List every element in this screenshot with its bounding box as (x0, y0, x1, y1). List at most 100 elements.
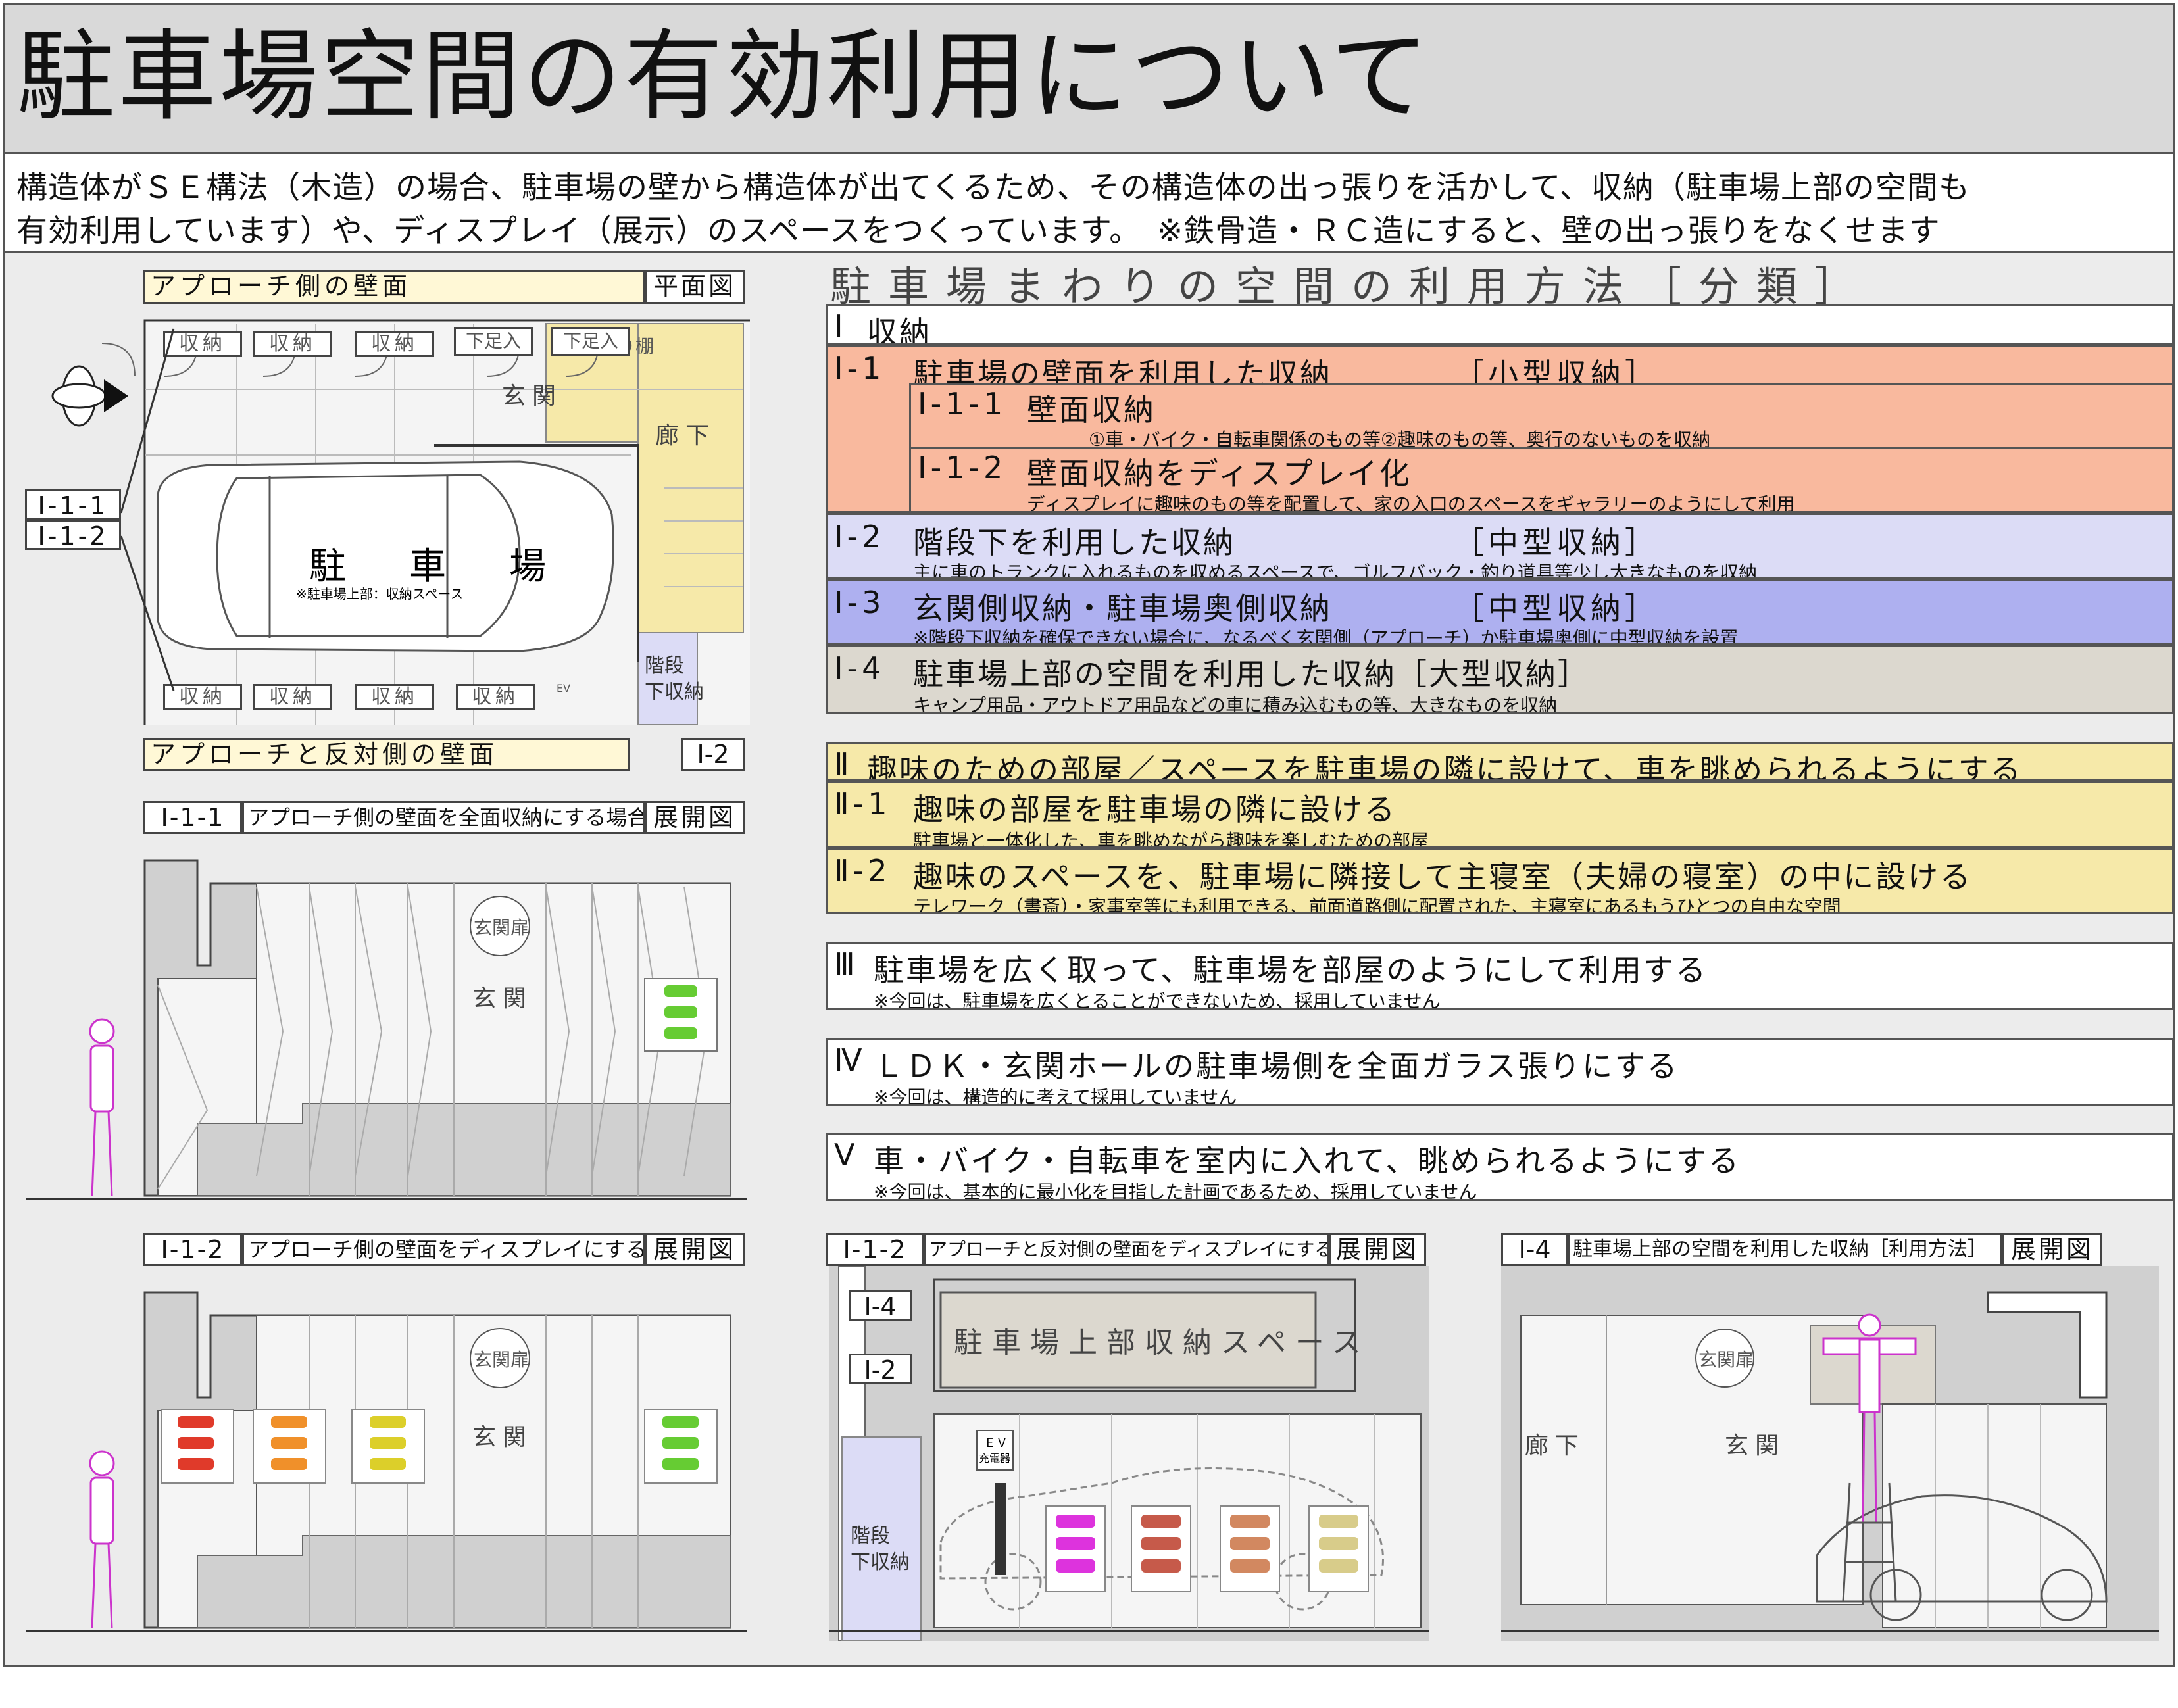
section-i-1-num: Ⅰ-1 (834, 351, 885, 386)
section-iii-note: ※今回は、駐車場を広くとることができないため、採用していません (874, 990, 1441, 1010)
section-i-1-2-label: 壁面収納をディスプレイ化 (1027, 456, 1412, 491)
section-i-4-note: キャンプ用品・アウトドア用品などの車に積み込むもの等、大きなものを収納 (913, 695, 1558, 714)
section-ii-2-label: 趣味のスペースを、駐車場に隣接して主寝室（夫婦の寝室）の中に設ける (913, 859, 1973, 894)
section-ii-1-note: 駐車場と一体化した、車を眺めながら趣味を楽しむための部屋 (913, 830, 1429, 848)
elev2-kind: 展開図 (645, 1233, 745, 1266)
section-v-label: 車・バイク・自転車を室内に入れて、眺められるようにする (874, 1143, 1741, 1179)
section-i-2-note: 主に車のトランクに入れるものを収めるスペースで、ゴルフバック・釣り道具等少し大き… (913, 562, 1757, 579)
elev2-code: Ⅰ-1-2 (143, 1233, 242, 1266)
elev2-door-label: 玄関扉 (474, 1349, 529, 1371)
plan-storage-bottom-4: 収納 (456, 684, 535, 710)
plan-ev-label: EV (557, 682, 570, 695)
intro-line-1: 構造体がＳＥ構法（木造）の場合、駐車場の壁から構造体が出てくるため、その構造体の… (16, 170, 1970, 206)
elev3-title: アプローチと反対側の壁面をディスプレイにする場合 (924, 1233, 1329, 1266)
plan-storage-top-3: 収納 (355, 331, 434, 357)
section-i-2-tag: ［中型収納］ (1454, 525, 1659, 560)
section-v-num: Ⅴ (834, 1137, 859, 1173)
section-i-row: Ⅰ 収納 (826, 304, 2174, 345)
section-i-1-1-note: ①車・バイク・自転車関係のもの等②趣味のもの等、奥行のないものを収納 (1089, 429, 1711, 449)
intro-text: 構造体がＳＥ構法（木造）の場合、駐車場の壁から構造体が出てくるため、その構造体の… (3, 154, 2175, 253)
elev3-code: Ⅰ-1-2 (826, 1233, 924, 1266)
section-ii-1-label: 趣味の部屋を駐車場の隣に設ける (913, 792, 1397, 827)
plan-stairs-2: 下収納 (645, 681, 704, 704)
section-iv-row: Ⅳ ＬＤＫ・玄関ホールの駐車場側を全面ガラス張りにする ※今回は、構造的に考えて… (826, 1038, 2174, 1106)
section-i-2-row: Ⅰ-2 階段下を利用した収納 ［中型収納］ 主に車のトランクに入れるものを収める… (826, 513, 2174, 579)
section-ii-1-num: Ⅱ-1 (834, 786, 891, 821)
section-ii-2-note: テレワーク（書斎）・家事室等にも利用できる、前面道路側に配置された、主寝室にある… (913, 896, 1841, 914)
plan-tag-i-1-1: Ⅰ-1-1 (25, 489, 121, 520)
plan-parking-note: ※駐車場上部：収納スペース (296, 586, 463, 602)
elev4-title: 駐車場上部の空間を利用した収納［利用方法］ (1568, 1233, 2002, 1266)
plan-bottom-label: アプローチと反対側の壁面 (143, 738, 630, 771)
elev3-drawing: ＥＶ 充電器 駐車場上部収納スペース 階段 下収納 (829, 1266, 1429, 1641)
elev2-drawing: 玄関扉 玄関 (26, 1291, 747, 1632)
section-i-2-num: Ⅰ-2 (834, 519, 885, 554)
elev4-kind: 展開図 (2002, 1233, 2102, 1266)
elev4-genkan-label: 玄関 (1725, 1432, 1785, 1459)
intro-line-2: 有効利用しています）や、ディスプレイ（展示）のスペースをつくっています。 ※鉄骨… (16, 213, 1941, 249)
elev3-stairs-2: 下収納 (851, 1551, 910, 1574)
plan-genkan-label: 玄関 (502, 383, 562, 410)
plan-storage-top-2: 収納 (253, 331, 332, 357)
plan-stairs-1: 階段 (645, 654, 684, 677)
section-i-3-label: 玄関側収納・駐車場奥側収納 (913, 591, 1332, 626)
elev4-door-label: 玄関扉 (1698, 1349, 1754, 1371)
elev3-upper-label: 駐車場上部収納スペース (954, 1326, 1370, 1359)
elev1-genkan-label: 玄関 (472, 985, 533, 1012)
section-iii-num: Ⅲ (834, 946, 859, 982)
elev4-code: Ⅰ-4 (1501, 1233, 1568, 1266)
section-i-1-1-label: 壁面収納 (1027, 392, 1156, 427)
section-i-2-label: 階段下を利用した収納 (913, 525, 1235, 560)
title-bar: 駐車場空間の有効利用について (3, 3, 2175, 154)
section-i-4-label: 駐車場上部の空間を利用した収納［大型収納］ (913, 656, 1590, 692)
elev3-stairs-1: 階段 (851, 1525, 890, 1548)
section-iii-row: Ⅲ 駐車場を広く取って、駐車場を部屋のようにして利用する ※今回は、駐車場を広く… (826, 942, 2174, 1010)
section-i-1-2-note: ディスプレイに趣味のもの等を配置して、家の入口のスペースをギャラリーのようにして… (1027, 493, 1795, 513)
section-iv-label: ＬＤＫ・玄関ホールの駐車場側を全面ガラス張りにする (874, 1048, 1679, 1084)
plan-shoe-1: 下足入 (454, 327, 533, 356)
plan-tag-leader-lines (121, 328, 175, 691)
elev3-tag-i-2: Ⅰ-2 (849, 1354, 912, 1384)
elev3-ev-label-2: 充電器 (979, 1452, 1010, 1465)
page-title: 駐車場空間の有効利用について (16, 20, 1432, 134)
section-ii-label: 趣味のための部屋／スペースを駐車場の隣に設けて、車を眺められるようにする (867, 752, 2023, 781)
section-i-1-1-num: Ⅰ-1-1 (918, 386, 1007, 422)
elev1-door-label: 玄関扉 (474, 917, 529, 939)
section-i-label: 収納 (867, 314, 931, 345)
section-ii-2-num: Ⅱ-2 (834, 853, 891, 889)
plan-tag-i-1-2: Ⅰ-1-2 (25, 520, 121, 550)
elev2-genkan-label: 玄関 (472, 1424, 533, 1451)
section-i-1-2-num: Ⅰ-1-2 (918, 450, 1007, 485)
section-i-4-row: Ⅰ-4 駐車場上部の空間を利用した収納［大型収納］ キャンプ用品・アウトドア用品… (826, 645, 2174, 714)
section-i-4-num: Ⅰ-4 (834, 650, 885, 686)
section-iv-num: Ⅳ (834, 1042, 866, 1078)
section-ii-row: Ⅱ 趣味のための部屋／スペースを駐車場の隣に設けて、車を眺められるようにする (826, 742, 2174, 781)
elev4-corridor-label: 廊下 (1525, 1432, 1585, 1459)
plan-shoe-2: 下足入 (551, 327, 630, 356)
plan-tag-i-2: Ⅰ-2 (681, 738, 745, 771)
elev4-drawing: 玄関扉 廊下 玄関 (1501, 1266, 2159, 1641)
elev1-kind: 展開図 (645, 801, 745, 834)
elev1-drawing: 玄関扉 玄関 (26, 859, 747, 1200)
section-i-3-row: Ⅰ-3 玄関側収納・駐車場奥側収納 ［中型収納］ ※階段下収納を確保できない場合… (826, 579, 2174, 645)
plan-top-label: アプローチ側の壁面 (143, 270, 645, 304)
section-ii-1-row: Ⅱ-1 趣味の部屋を駐車場の隣に設ける 駐車場と一体化した、車を眺めながら趣味を… (826, 781, 2174, 848)
section-ii-2-row: Ⅱ-2 趣味のスペースを、駐車場に隣接して主寝室（夫婦の寝室）の中に設ける テレ… (826, 848, 2174, 914)
section-i-3-tag: ［中型収納］ (1454, 591, 1659, 626)
plan-kind-label: 平面図 (645, 270, 745, 304)
section-i-1-1-row: Ⅰ-1-1 壁面収納 ①車・バイク・自転車関係のもの等②趣味のもの等、奥行のない… (909, 383, 2174, 449)
elev2-title: アプローチ側の壁面をディスプレイにする場合 (242, 1233, 645, 1266)
section-v-row: Ⅴ 車・バイク・自転車を室内に入れて、眺められるようにする ※今回は、基本的に最… (826, 1133, 2174, 1201)
elev3-tag-i-4: Ⅰ-4 (849, 1290, 912, 1321)
section-i-num: Ⅰ (834, 308, 847, 344)
elev1-code: Ⅰ-1-1 (143, 801, 242, 834)
section-v-note: ※今回は、基本的に最小化を目指した計画であるため、採用していません (874, 1181, 1477, 1201)
elev3-ev-label-1: ＥＶ (984, 1436, 1008, 1450)
section-i-3-note: ※階段下収納を確保できない場合に、なるべく玄関側（アプローチ）か駐車場奥側に中型… (913, 627, 1739, 645)
section-iii-label: 駐車場を広く取って、駐車場を部屋のようにして利用する (874, 952, 1708, 988)
elev3-kind: 展開図 (1329, 1233, 1426, 1266)
section-ii-num: Ⅱ (834, 746, 853, 781)
section-i-3-num: Ⅰ-3 (834, 585, 885, 620)
section-i-1-2-row: Ⅰ-1-2 壁面収納をディスプレイ化 ディスプレイに趣味のもの等を配置して、家の… (909, 447, 2174, 513)
plan-storage-bottom-2: 収納 (253, 684, 332, 710)
